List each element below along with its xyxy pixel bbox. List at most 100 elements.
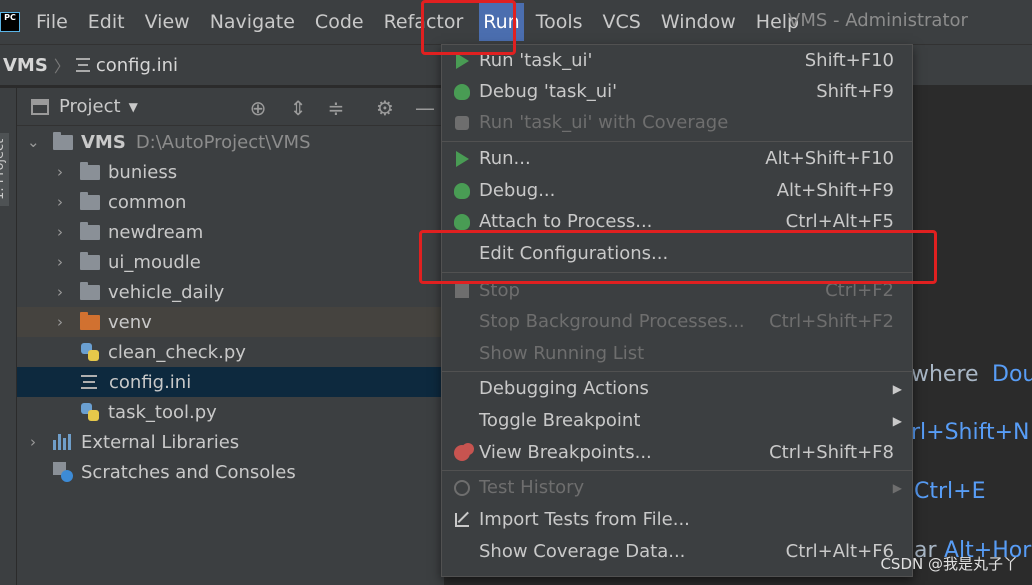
project-window-icon <box>31 98 49 115</box>
tree-item-venv[interactable]: › venv <box>17 307 444 337</box>
tree-item-label: External Libraries <box>81 431 240 453</box>
menu-tools[interactable]: Tools <box>536 9 583 35</box>
chevron-down-icon[interactable]: ▼ <box>129 100 138 114</box>
chevron-right-icon[interactable]: › <box>54 313 66 331</box>
chevron-down-icon[interactable]: ⌄ <box>27 133 40 151</box>
submenu-arrow-icon: ▶ <box>892 480 902 495</box>
menu-item-show-coverage-data[interactable]: Show Coverage Data... Ctrl+Alt+F6 <box>442 536 912 567</box>
ini-file-icon <box>75 58 90 72</box>
folder-icon <box>80 191 100 210</box>
tree-item-scratches[interactable]: Scratches and Consoles <box>17 457 444 487</box>
hide-icon[interactable]: — <box>414 96 436 120</box>
locate-icon[interactable]: ⊕ <box>247 96 269 120</box>
chevron-right-icon[interactable]: › <box>54 253 66 271</box>
menu-code[interactable]: Code <box>315 9 364 35</box>
menu-item-view-breakpoints[interactable]: View Breakpoints... Ctrl+Shift+F8 <box>442 437 912 468</box>
breadcrumb-file[interactable]: config.ini <box>96 55 178 76</box>
project-panel: Project ▼ ⊕ ⇕ ≑ ⚙ — ⌄ VMS D:\AutoProject… <box>17 88 444 585</box>
tree-item-label: common <box>108 191 187 213</box>
debug-icon <box>452 82 472 102</box>
run-icon <box>452 149 472 169</box>
tree-item-label: buniess <box>108 161 178 183</box>
submenu-arrow-icon: ▶ <box>892 413 902 428</box>
menu-refactor[interactable]: Refactor <box>384 9 464 35</box>
menu-item-attach-to-process[interactable]: Attach to Process... Ctrl+Alt+F5 <box>442 206 912 237</box>
menu-item-edit-configurations[interactable]: Edit Configurations... <box>442 238 912 269</box>
menu-view[interactable]: View <box>145 9 190 35</box>
tree-item-label: venv <box>108 311 152 333</box>
breadcrumb-root[interactable]: VMS <box>3 55 48 76</box>
run-icon <box>452 51 472 71</box>
menu-item-toggle-breakpoint[interactable]: Toggle Breakpoint ▶ <box>442 405 912 436</box>
menu-item-import-tests[interactable]: Import Tests from File... <box>442 504 912 535</box>
attach-icon <box>452 212 472 232</box>
tree-item-label: Scratches and Consoles <box>81 461 296 483</box>
menu-separator <box>442 470 912 471</box>
project-view-selector[interactable]: Project <box>59 96 121 117</box>
coverage-icon <box>452 113 472 133</box>
clock-icon <box>452 478 472 498</box>
menu-separator <box>442 272 912 273</box>
python-file-icon <box>81 343 99 361</box>
menu-run[interactable]: Run <box>479 3 524 41</box>
stop-icon <box>452 281 472 301</box>
menu-bar: PC File Edit View Navigate Code Refactor… <box>0 0 1032 44</box>
menu-vcs[interactable]: VCS <box>603 9 641 35</box>
menu-window[interactable]: Window <box>661 9 736 35</box>
ini-file-icon <box>81 375 97 389</box>
chevron-right-icon[interactable]: › <box>54 163 66 181</box>
menu-item-debug-task-ui[interactable]: Debug 'task_ui' Shift+F9 <box>442 76 912 107</box>
editor-hint-shortcut: Dou <box>992 362 1032 387</box>
tree-root-vms[interactable]: ⌄ VMS D:\AutoProject\VMS <box>17 127 444 157</box>
tree-root-label: VMS <box>81 131 126 153</box>
menu-edit[interactable]: Edit <box>88 9 125 35</box>
project-tool-tab[interactable]: 1: Project <box>0 132 9 206</box>
left-tool-stripe: 1: Project <box>0 88 17 585</box>
menu-item-stop-background: Stop Background Processes... Ctrl+Shift+… <box>479 311 894 332</box>
tree-item-label: clean_check.py <box>108 341 246 363</box>
collapse-all-icon[interactable]: ≑ <box>325 96 347 120</box>
editor-hint-text: where <box>911 362 979 387</box>
menu-item-debugging-actions[interactable]: Debugging Actions ▶ <box>442 373 912 404</box>
menu-item-run-task-ui[interactable]: Run 'task_ui' Shift+F10 <box>442 45 912 76</box>
chevron-right-icon[interactable]: › <box>54 193 66 211</box>
menu-navigate[interactable]: Navigate <box>210 9 295 35</box>
expand-all-icon[interactable]: ⇕ <box>287 96 309 120</box>
tree-root-path: D:\AutoProject\VMS <box>135 131 311 153</box>
tree-item-buniess[interactable]: › buniess <box>17 157 444 187</box>
menu-item-test-history: Test History ▶ <box>442 472 912 503</box>
menu-item-run-with-coverage: Run 'task_ui' with Coverage <box>442 107 912 138</box>
folder-icon <box>80 281 100 300</box>
tree-item-vehicle-daily[interactable]: › vehicle_daily <box>17 277 444 307</box>
menu-separator <box>442 371 912 372</box>
debug-icon <box>452 181 472 201</box>
editor-hint-shortcut: rl+Shift+N <box>911 420 1030 445</box>
tree-item-task-tool[interactable]: task_tool.py <box>17 397 444 427</box>
tree-item-clean-check[interactable]: clean_check.py <box>17 337 444 367</box>
chevron-right-icon[interactable]: › <box>54 223 66 241</box>
libraries-icon <box>53 434 73 450</box>
window-title: VMS - Administrator <box>788 10 968 31</box>
menu-item-debug[interactable]: Debug... Alt+Shift+F9 <box>442 175 912 206</box>
tree-item-label: ui_moudle <box>108 251 201 273</box>
tree-item-config-ini[interactable]: config.ini <box>17 367 444 397</box>
menu-file[interactable]: File <box>36 9 68 35</box>
tree-item-ui-moudle[interactable]: › ui_moudle <box>17 247 444 277</box>
tree-item-common[interactable]: › common <box>17 187 444 217</box>
folder-icon <box>80 161 100 180</box>
tree-item-label: newdream <box>108 221 204 243</box>
folder-icon <box>53 131 73 150</box>
tree-item-label: task_tool.py <box>108 401 217 423</box>
submenu-arrow-icon: ▶ <box>892 381 902 396</box>
chevron-right-icon[interactable]: › <box>54 283 66 301</box>
gear-icon[interactable]: ⚙ <box>374 96 396 120</box>
breakpoints-icon <box>452 443 472 463</box>
chevron-right-icon[interactable]: › <box>27 433 39 451</box>
menu-item-run[interactable]: Run... Alt+Shift+F10 <box>442 143 912 174</box>
menu-separator <box>442 141 912 142</box>
tree-item-newdream[interactable]: › newdream <box>17 217 444 247</box>
scratches-icon <box>53 462 73 482</box>
tree-item-external-libraries[interactable]: › External Libraries <box>17 427 444 457</box>
breadcrumb-separator-icon: 〉 <box>53 57 70 76</box>
project-panel-header: Project ▼ ⊕ ⇕ ≑ ⚙ — <box>17 88 444 126</box>
